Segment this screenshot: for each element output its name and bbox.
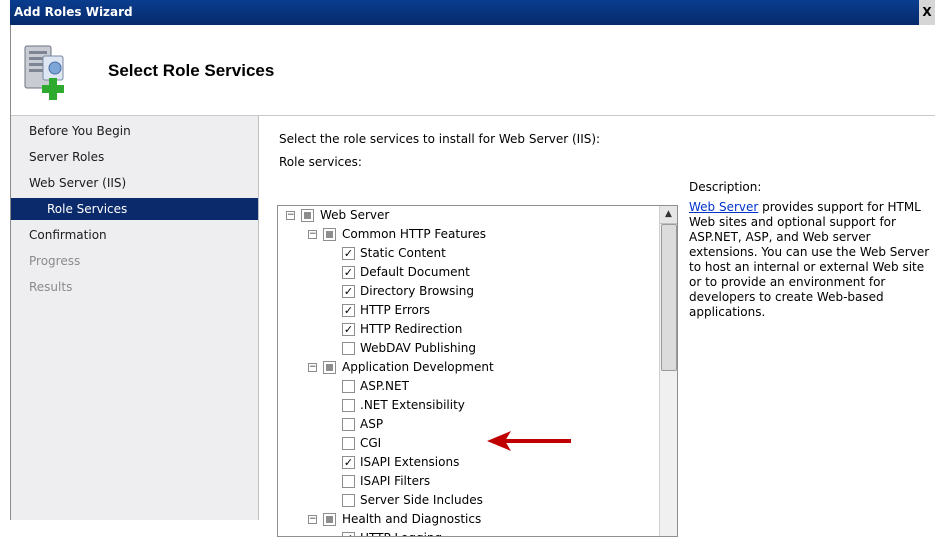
tree-checkbox[interactable] <box>342 494 355 507</box>
nav-item-confirmation[interactable]: Confirmation <box>11 224 258 246</box>
tree-row[interactable]: ✓ ISAPI Extensions <box>278 453 658 472</box>
tree-checkbox[interactable]: ✓ <box>342 266 355 279</box>
close-button[interactable]: X <box>919 0 935 25</box>
tree-row[interactable]: ✓ Static Content <box>278 244 658 263</box>
description-link[interactable]: Web Server <box>689 200 758 214</box>
tree-item-label: HTTP Redirection <box>360 322 463 336</box>
tree-scrollbar[interactable]: ▲ <box>659 206 677 536</box>
tree-checkbox[interactable] <box>342 342 355 355</box>
tree-item-label: Server Side Includes <box>360 493 483 507</box>
collapse-icon[interactable]: − <box>308 363 317 372</box>
window-title: Add Roles Wizard <box>14 5 133 19</box>
tree-item-label: ASP <box>360 417 384 431</box>
tree-item-label: ISAPI Extensions <box>360 455 460 469</box>
nav-item-web-server-iis[interactable]: Web Server (IIS) <box>11 172 258 194</box>
collapse-icon[interactable]: − <box>286 211 295 220</box>
tree-checkbox[interactable] <box>342 418 355 431</box>
scroll-up-arrow-icon[interactable]: ▲ <box>660 206 677 224</box>
tree-row[interactable]: − Application Development <box>278 358 658 377</box>
tree-row[interactable]: ISAPI Filters <box>278 472 658 491</box>
tree-checkbox[interactable] <box>342 399 355 412</box>
tree-row[interactable]: WebDAV Publishing <box>278 339 658 358</box>
tree-checkbox[interactable]: ✓ <box>342 323 355 336</box>
tree-checkbox[interactable] <box>342 437 355 450</box>
description-body: provides support for HTML Web sites and … <box>689 200 930 319</box>
role-services-label: Role services: <box>279 155 362 169</box>
tree-checkbox[interactable] <box>342 475 355 488</box>
nav-item-role-services[interactable]: Role Services <box>11 198 258 220</box>
instruction-text: Select the role services to install for … <box>279 132 601 146</box>
scroll-thumb[interactable] <box>661 224 677 371</box>
window-titlebar: Add Roles Wizard X <box>10 0 935 25</box>
tree-checkbox[interactable] <box>301 209 314 222</box>
nav-item-before-you-begin[interactable]: Before You Begin <box>11 120 258 142</box>
tree-item-label: Common HTTP Features <box>342 227 486 241</box>
wizard-nav: Before You Begin Server Roles Web Server… <box>11 116 259 520</box>
tree-item-label: Web Server <box>320 208 390 222</box>
tree-checkbox[interactable]: ✓ <box>342 285 355 298</box>
wizard-header: Select Role Services <box>11 25 935 116</box>
tree-checkbox[interactable]: ✓ <box>342 247 355 260</box>
tree-row[interactable]: CGI <box>278 434 658 453</box>
tree-item-label: WebDAV Publishing <box>360 341 476 355</box>
tree-row[interactable]: − Common HTTP Features <box>278 225 658 244</box>
tree-item-label: Default Document <box>360 265 470 279</box>
tree-checkbox[interactable] <box>342 380 355 393</box>
page-title: Select Role Services <box>108 61 275 80</box>
tree-item-label: Static Content <box>360 246 446 260</box>
tree-item-label: .NET Extensibility <box>360 398 465 412</box>
tree-row[interactable]: ✓ Directory Browsing <box>278 282 658 301</box>
tree-row[interactable]: ✓ HTTP Errors <box>278 301 658 320</box>
tree-item-label: Directory Browsing <box>360 284 474 298</box>
tree-checkbox[interactable]: ✓ <box>342 456 355 469</box>
description-label: Description: <box>689 180 762 194</box>
tree-row[interactable]: ASP.NET <box>278 377 658 396</box>
description-text: Web Server provides support for HTML Web… <box>689 200 935 320</box>
tree-checkbox[interactable]: ✓ <box>342 304 355 317</box>
tree-row[interactable]: ✓ HTTP Redirection <box>278 320 658 339</box>
tree-item-label: HTTP Errors <box>360 303 431 317</box>
tree-item-label: Application Development <box>342 360 494 374</box>
tree-item-label: ISAPI Filters <box>360 474 431 488</box>
tree-row[interactable]: − Web Server <box>278 206 658 225</box>
server-add-icon <box>19 42 79 102</box>
nav-item-results: Results <box>29 280 73 294</box>
tree-item-label: CGI <box>360 436 382 450</box>
tree-item-label: ASP.NET <box>360 379 409 393</box>
collapse-icon[interactable]: − <box>308 230 317 239</box>
tree-row[interactable]: ASP <box>278 415 658 434</box>
tree-row[interactable]: ✓ HTTP Logging <box>278 529 658 536</box>
wizard-window: Select Role Services Before You Begin Se… <box>10 25 935 537</box>
content-panel: Select the role services to install for … <box>259 116 935 537</box>
nav-item-server-roles[interactable]: Server Roles <box>11 146 258 168</box>
tree-checkbox[interactable] <box>323 361 336 374</box>
tree-checkbox[interactable]: ✓ <box>342 532 355 536</box>
tree-checkbox[interactable] <box>323 228 336 241</box>
tree-row[interactable]: ✓ Default Document <box>278 263 658 282</box>
annotation-arrow-icon <box>487 431 571 451</box>
tree-item-label: HTTP Logging <box>360 529 442 536</box>
role-services-tree: − Web Server − Common HTTP Features ✓ Static … <box>277 205 678 537</box>
tree-row[interactable]: .NET Extensibility <box>278 396 658 415</box>
nav-item-progress: Progress <box>29 254 81 268</box>
tree-row[interactable]: Server Side Includes <box>278 491 658 510</box>
